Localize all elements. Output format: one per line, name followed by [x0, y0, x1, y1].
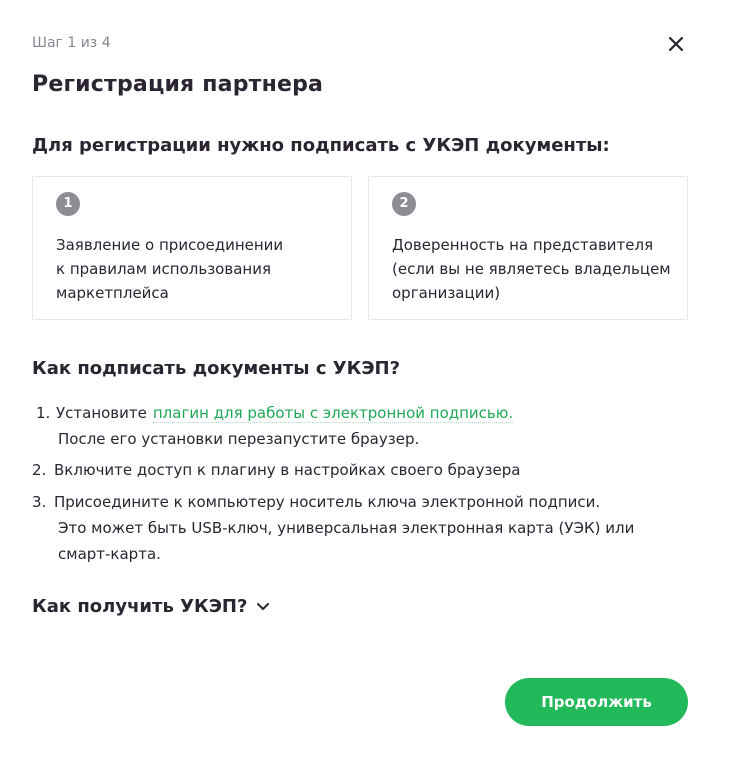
list-item-number: 1.	[36, 404, 51, 422]
document-card: 2 Доверенность на представителя (если вы…	[368, 176, 688, 320]
faq-label: Как получить УКЭП?	[32, 596, 248, 617]
step-indicator: Шаг 1 из 4	[32, 35, 111, 51]
plugin-link[interactable]: плагин для работы с электронной подписью…	[152, 404, 514, 423]
how-to-get-ukep-toggle[interactable]: Как получить УКЭП?	[32, 596, 271, 617]
list-item-subtext: Это может быть USB-ключ, универсальная э…	[58, 519, 635, 563]
list-item-text: Присоедините к компьютеру носитель ключа…	[54, 493, 601, 511]
step-number-badge: 1	[56, 192, 80, 216]
list-item-text: Установите	[56, 404, 147, 422]
document-card-text: Доверенность на представителя (если вы н…	[392, 236, 671, 302]
close-icon	[668, 36, 684, 52]
document-card: 1 Заявление о присоединении к правилам и…	[32, 176, 352, 320]
list-item-number: 3.	[32, 493, 47, 511]
chevron-down-icon	[257, 602, 270, 610]
step-number-badge: 2	[392, 192, 416, 216]
continue-button[interactable]: Продолжить	[505, 678, 688, 726]
how-to-sign-heading: Как подписать документы с УКЭП?	[32, 358, 401, 379]
list-item-text: Включите доступ к плагину в настройках с…	[54, 461, 521, 479]
document-card-text: Заявление о присоединении к правилам исп…	[56, 236, 284, 302]
list-item-number: 2.	[32, 461, 47, 479]
documents-heading: Для регистрации нужно подписать с УКЭП д…	[32, 135, 610, 156]
list-item-subtext: После его установки перезапустите браузе…	[58, 430, 420, 448]
page-title: Регистрация партнера	[32, 72, 324, 97]
close-button[interactable]	[662, 30, 690, 58]
